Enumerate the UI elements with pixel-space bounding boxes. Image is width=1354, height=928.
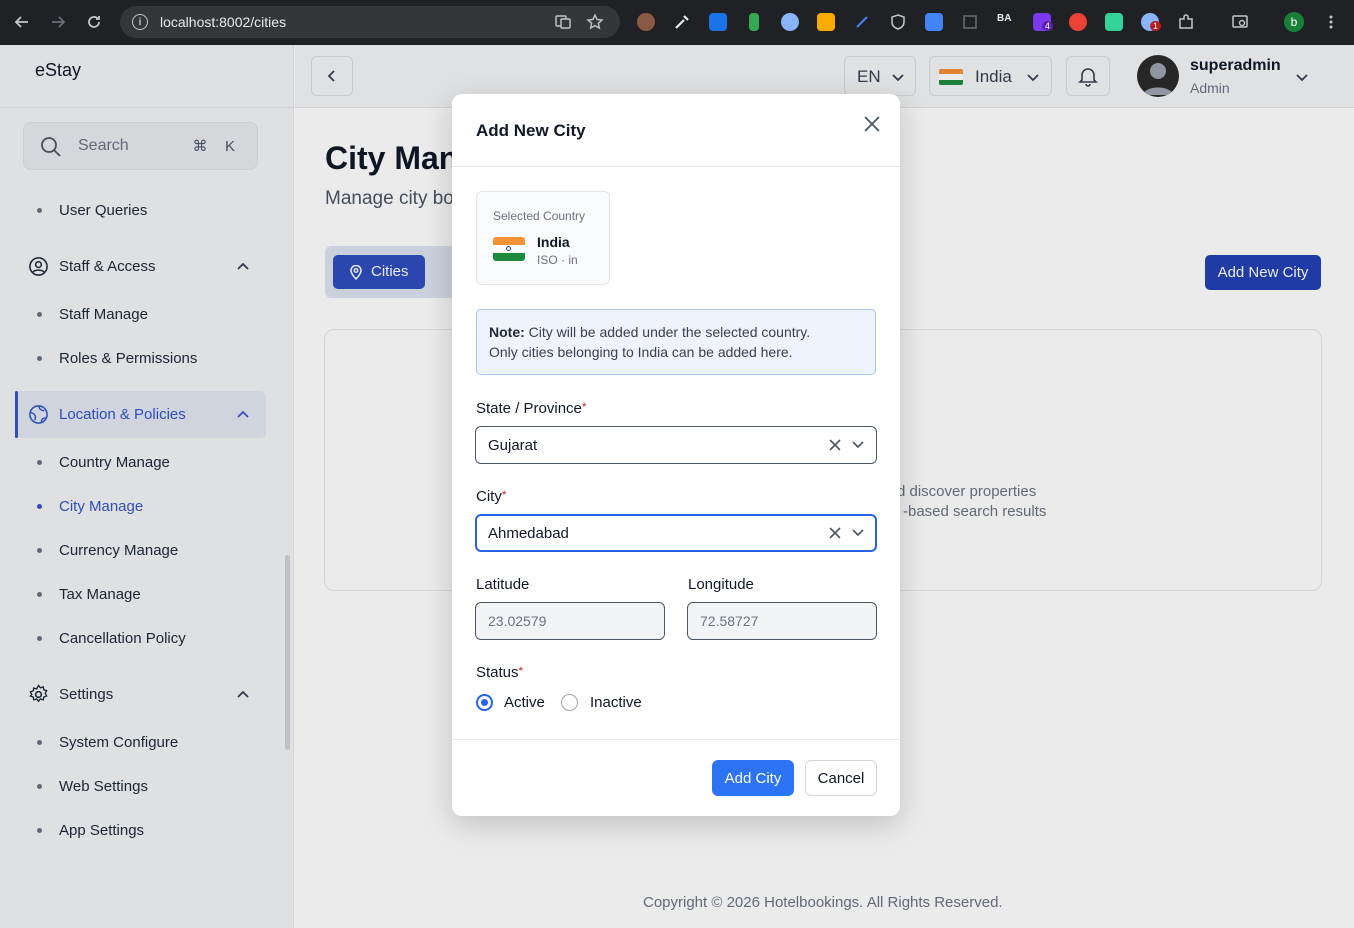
close-icon[interactable]	[861, 113, 883, 135]
back-arrow-icon[interactable]	[12, 12, 32, 32]
gear-extension-icon[interactable]	[781, 13, 799, 31]
clear-icon[interactable]	[828, 438, 842, 452]
extension-icon[interactable]: BA	[997, 13, 1015, 31]
status-active-radio[interactable]	[476, 694, 493, 711]
extension-icon[interactable]	[817, 13, 835, 31]
translate-icon[interactable]	[554, 13, 572, 31]
latitude-label: Latitude	[476, 576, 530, 593]
selected-country-card: Selected Country India ISO · in	[476, 191, 610, 285]
status-active-label[interactable]: Active	[504, 694, 545, 711]
address-bar[interactable]: i localhost:8002/cities	[120, 6, 620, 38]
state-label: State / Province*	[476, 400, 587, 417]
extension-icon[interactable]	[1069, 13, 1087, 31]
clear-icon[interactable]	[828, 526, 842, 540]
required-mark: *	[501, 488, 507, 502]
city-value: Ahmedabad	[488, 525, 569, 542]
note-line-1: Note: City will be added under the selec…	[489, 324, 810, 340]
note-bold: Note:	[489, 324, 525, 340]
required-mark: *	[518, 664, 524, 678]
note-text: City will be added under the selected co…	[524, 324, 811, 340]
selected-country-iso: ISO · in	[537, 253, 578, 267]
selected-country-label: Selected Country	[493, 209, 586, 223]
puzzle-extensions-icon[interactable]	[1177, 13, 1195, 31]
url-text: localhost:8002/cities	[160, 14, 287, 30]
longitude-label: Longitude	[688, 576, 754, 593]
fi-extension-icon[interactable]	[709, 13, 727, 31]
status-inactive-label[interactable]: Inactive	[590, 694, 642, 711]
divider	[452, 739, 900, 740]
chevron-down-icon[interactable]	[852, 527, 864, 539]
india-flag-icon	[493, 237, 525, 261]
latitude-value: 23.02579	[488, 613, 547, 629]
tab-search-icon[interactable]	[1231, 13, 1249, 31]
status-inactive-radio[interactable]	[561, 694, 578, 711]
extension-badge: 4	[1042, 21, 1054, 31]
state-value: Gujarat	[488, 437, 538, 454]
city-select[interactable]: Ahmedabad	[475, 514, 877, 552]
divider	[452, 166, 900, 167]
state-label-text: State / Province	[476, 400, 582, 417]
kebab-menu-icon[interactable]	[1322, 13, 1340, 31]
cancel-button[interactable]: Cancel	[805, 760, 877, 796]
pen-extension-icon[interactable]	[853, 13, 871, 31]
bookmark-star-icon[interactable]	[586, 13, 604, 31]
selected-country-name: India	[537, 234, 570, 250]
browser-toolbar: i localhost:8002/cities BA 4 1 b	[0, 0, 1354, 45]
modal-title: Add New City	[476, 121, 586, 140]
state-select[interactable]: Gujarat	[475, 426, 877, 464]
extension-icon[interactable]	[1105, 13, 1123, 31]
reload-icon[interactable]	[84, 12, 104, 32]
extension-icon[interactable]: 4	[1033, 13, 1054, 31]
extension-icon[interactable]: 1	[1141, 13, 1162, 31]
extension-icon[interactable]	[961, 13, 979, 31]
info-note: Note: City will be added under the selec…	[476, 309, 876, 375]
site-info-icon[interactable]: i	[132, 14, 148, 30]
extension-badge: 1	[1150, 21, 1162, 31]
add-city-button[interactable]: Add City	[712, 760, 794, 796]
eyedropper-extension-icon[interactable]	[673, 13, 691, 31]
chevron-down-icon[interactable]	[852, 439, 864, 451]
city-label-text: City	[476, 488, 502, 505]
profile-avatar[interactable]: b	[1284, 12, 1304, 32]
profile-initial: b	[1290, 15, 1298, 29]
latitude-field: 23.02579	[475, 602, 665, 640]
status-label: Status*	[476, 664, 523, 681]
longitude-value: 72.58727	[700, 613, 759, 629]
longitude-field: 72.58727	[687, 602, 877, 640]
forward-arrow-icon[interactable]	[48, 12, 68, 32]
extension-icon[interactable]	[749, 13, 759, 31]
status-label-text: Status	[476, 664, 519, 681]
add-city-modal: Add New City Selected Country India ISO …	[452, 94, 900, 816]
extension-icon[interactable]	[637, 13, 655, 31]
required-mark: *	[581, 400, 587, 414]
shield-extension-icon[interactable]	[889, 13, 907, 31]
city-label: City*	[476, 488, 507, 505]
note-line-2: Only cities belonging to India can be ad…	[489, 344, 793, 360]
extension-icon[interactable]	[925, 13, 943, 31]
